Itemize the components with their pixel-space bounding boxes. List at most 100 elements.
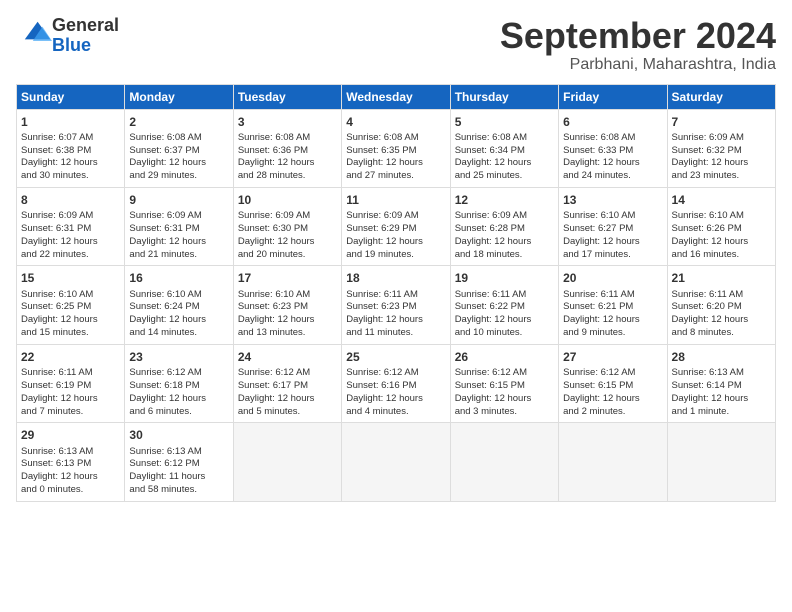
day-info-line: Sunset: 6:33 PM	[563, 145, 662, 158]
day-number: 15	[21, 270, 120, 286]
day-info-line: Sunset: 6:31 PM	[21, 223, 120, 236]
day-number: 23	[129, 349, 228, 365]
day-number: 7	[672, 114, 771, 130]
day-number: 26	[455, 349, 554, 365]
calendar-day-cell: 12Sunrise: 6:09 AMSunset: 6:28 PMDayligh…	[450, 188, 558, 266]
day-number: 1	[21, 114, 120, 130]
day-info-line: Sunrise: 6:11 AM	[21, 367, 120, 380]
calendar-day-cell	[667, 423, 775, 501]
calendar-day-cell: 22Sunrise: 6:11 AMSunset: 6:19 PMDayligh…	[17, 344, 125, 422]
day-info-line: Daylight: 12 hours	[238, 314, 337, 327]
day-info-line: and 30 minutes.	[21, 170, 120, 183]
day-info-line: Sunset: 6:22 PM	[455, 301, 554, 314]
day-info-line: Sunrise: 6:12 AM	[238, 367, 337, 380]
logo-icon	[20, 17, 52, 49]
day-number: 16	[129, 270, 228, 286]
day-number: 18	[346, 270, 445, 286]
day-info-line: Sunrise: 6:12 AM	[455, 367, 554, 380]
day-info-line: and 14 minutes.	[129, 327, 228, 340]
calendar-day-cell: 18Sunrise: 6:11 AMSunset: 6:23 PMDayligh…	[342, 266, 450, 344]
calendar-day-header: Thursday	[450, 84, 558, 109]
day-info-line: Sunrise: 6:12 AM	[129, 367, 228, 380]
day-info-line: Daylight: 12 hours	[21, 236, 120, 249]
day-info-line: Daylight: 12 hours	[346, 393, 445, 406]
day-info-line: Daylight: 12 hours	[455, 393, 554, 406]
day-info-line: Sunset: 6:23 PM	[238, 301, 337, 314]
day-info-line: Sunset: 6:13 PM	[21, 458, 120, 471]
day-info-line: and 29 minutes.	[129, 170, 228, 183]
day-info-line: Daylight: 12 hours	[672, 157, 771, 170]
day-info-line: Sunrise: 6:12 AM	[346, 367, 445, 380]
day-info-line: Sunrise: 6:13 AM	[672, 367, 771, 380]
day-info-line: Sunrise: 6:10 AM	[672, 210, 771, 223]
day-info-line: Sunset: 6:15 PM	[563, 380, 662, 393]
day-number: 4	[346, 114, 445, 130]
day-info-line: Sunrise: 6:09 AM	[129, 210, 228, 223]
day-info-line: Daylight: 12 hours	[346, 157, 445, 170]
day-info-line: and 2 minutes.	[563, 406, 662, 419]
day-info-line: and 3 minutes.	[455, 406, 554, 419]
calendar-week-row: 1Sunrise: 6:07 AMSunset: 6:38 PMDaylight…	[17, 109, 776, 187]
day-number: 19	[455, 270, 554, 286]
day-info-line: and 28 minutes.	[238, 170, 337, 183]
day-number: 8	[21, 192, 120, 208]
day-number: 21	[672, 270, 771, 286]
title-block: September 2024 Parbhani, Maharashtra, In…	[500, 16, 776, 74]
calendar-day-cell: 24Sunrise: 6:12 AMSunset: 6:17 PMDayligh…	[233, 344, 341, 422]
calendar-day-cell: 17Sunrise: 6:10 AMSunset: 6:23 PMDayligh…	[233, 266, 341, 344]
day-number: 11	[346, 192, 445, 208]
day-info-line: and 17 minutes.	[563, 249, 662, 262]
day-info-line: Daylight: 12 hours	[455, 236, 554, 249]
day-info-line: and 21 minutes.	[129, 249, 228, 262]
day-info-line: and 11 minutes.	[346, 327, 445, 340]
day-info-line: Daylight: 12 hours	[21, 157, 120, 170]
day-info-line: Sunrise: 6:11 AM	[672, 289, 771, 302]
day-info-line: Sunrise: 6:09 AM	[672, 132, 771, 145]
day-info-line: Sunset: 6:34 PM	[455, 145, 554, 158]
day-info-line: Sunset: 6:35 PM	[346, 145, 445, 158]
logo-general-text: General	[52, 15, 119, 35]
day-info-line: Daylight: 12 hours	[563, 236, 662, 249]
day-number: 25	[346, 349, 445, 365]
day-number: 3	[238, 114, 337, 130]
day-info-line: Sunset: 6:21 PM	[563, 301, 662, 314]
day-number: 22	[21, 349, 120, 365]
day-info-line: and 1 minute.	[672, 406, 771, 419]
calendar-day-cell	[450, 423, 558, 501]
day-info-line: Sunset: 6:30 PM	[238, 223, 337, 236]
day-info-line: Daylight: 12 hours	[455, 157, 554, 170]
day-info-line: Sunrise: 6:13 AM	[21, 446, 120, 459]
day-info-line: and 9 minutes.	[563, 327, 662, 340]
day-info-line: Sunset: 6:12 PM	[129, 458, 228, 471]
day-info-line: Sunrise: 6:08 AM	[563, 132, 662, 145]
calendar-day-cell	[559, 423, 667, 501]
day-number: 10	[238, 192, 337, 208]
day-number: 27	[563, 349, 662, 365]
day-info-line: and 16 minutes.	[672, 249, 771, 262]
calendar-day-cell: 10Sunrise: 6:09 AMSunset: 6:30 PMDayligh…	[233, 188, 341, 266]
calendar-day-cell: 4Sunrise: 6:08 AMSunset: 6:35 PMDaylight…	[342, 109, 450, 187]
day-info-line: Sunset: 6:36 PM	[238, 145, 337, 158]
calendar-day-cell: 1Sunrise: 6:07 AMSunset: 6:38 PMDaylight…	[17, 109, 125, 187]
day-number: 9	[129, 192, 228, 208]
day-info-line: Sunrise: 6:08 AM	[129, 132, 228, 145]
day-info-line: Sunrise: 6:09 AM	[346, 210, 445, 223]
day-info-line: and 10 minutes.	[455, 327, 554, 340]
day-info-line: Daylight: 12 hours	[129, 314, 228, 327]
logo: General Blue	[16, 16, 119, 56]
calendar-day-header: Tuesday	[233, 84, 341, 109]
calendar-day-cell: 27Sunrise: 6:12 AMSunset: 6:15 PMDayligh…	[559, 344, 667, 422]
day-info-line: and 23 minutes.	[672, 170, 771, 183]
day-info-line: Sunset: 6:27 PM	[563, 223, 662, 236]
day-info-line: and 7 minutes.	[21, 406, 120, 419]
day-info-line: Daylight: 12 hours	[238, 393, 337, 406]
day-info-line: Daylight: 11 hours	[129, 471, 228, 484]
day-info-line: Daylight: 12 hours	[129, 236, 228, 249]
day-info-line: Sunrise: 6:10 AM	[129, 289, 228, 302]
calendar-day-cell: 29Sunrise: 6:13 AMSunset: 6:13 PMDayligh…	[17, 423, 125, 501]
day-info-line: Sunset: 6:26 PM	[672, 223, 771, 236]
day-info-line: Sunset: 6:14 PM	[672, 380, 771, 393]
calendar-table: SundayMondayTuesdayWednesdayThursdayFrid…	[16, 84, 776, 502]
day-info-line: Daylight: 12 hours	[563, 157, 662, 170]
day-info-line: Sunrise: 6:11 AM	[455, 289, 554, 302]
